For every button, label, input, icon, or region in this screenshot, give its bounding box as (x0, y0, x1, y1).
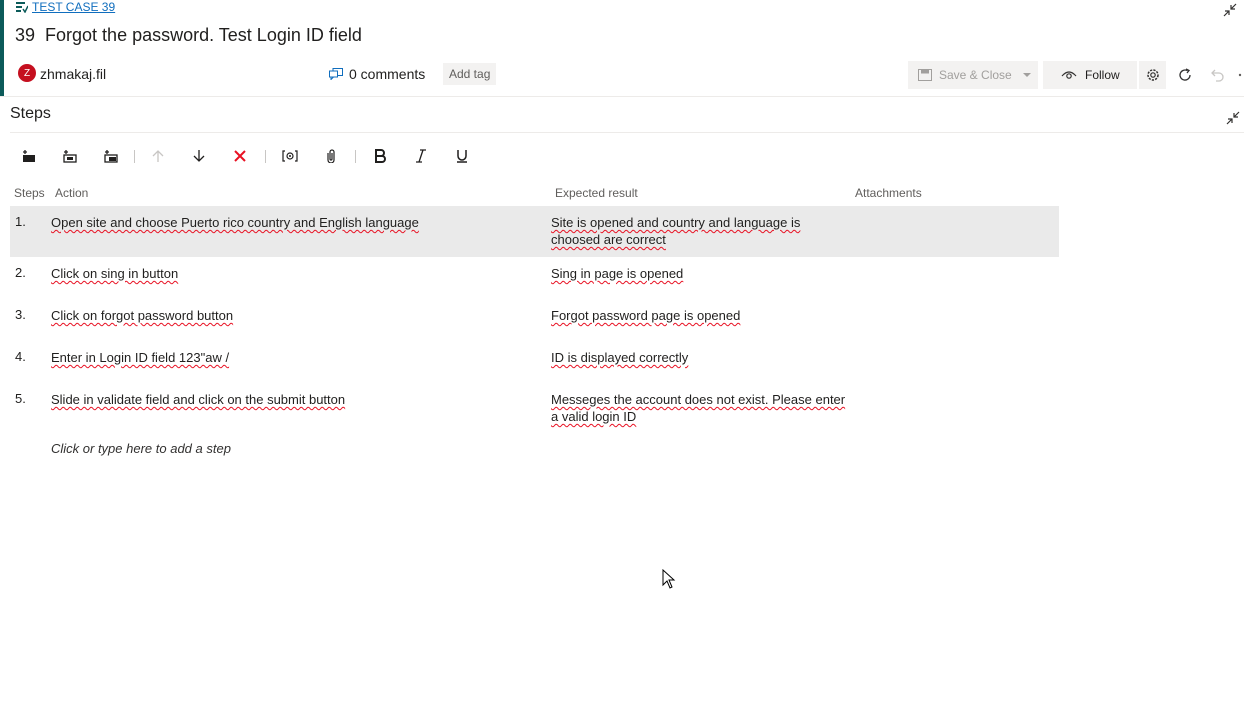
italic-button[interactable] (408, 143, 434, 169)
undo-button (1204, 61, 1230, 89)
steps-divider (10, 132, 1244, 133)
collapse-icon[interactable] (1225, 110, 1241, 126)
step-row[interactable]: 4. Enter in Login ID field 123"aw / ID i… (10, 341, 1059, 383)
avatar[interactable]: Z (18, 64, 36, 82)
mouse-cursor-icon (662, 569, 676, 589)
step-action[interactable]: Enter in Login ID field 123"aw / (51, 349, 531, 366)
more-icon (1238, 73, 1242, 77)
step-expected-result[interactable]: Sing in page is opened (551, 265, 851, 282)
delete-icon (234, 150, 246, 162)
save-close-label: Save & Close (939, 68, 1012, 82)
step-row[interactable]: 1. Open site and choose Puerto rico coun… (10, 206, 1059, 257)
step-row[interactable]: 3. Click on forgot password button Forgo… (10, 299, 1059, 341)
work-item-type-label[interactable]: TEST CASE 39 (32, 0, 115, 14)
assigned-user-name[interactable]: zhmakaj.fil (40, 66, 106, 82)
work-item-id: 39 (15, 25, 36, 45)
header-divider (0, 96, 1244, 97)
attach-button[interactable] (318, 143, 344, 169)
add-step-placeholder[interactable]: Click or type here to add a step (51, 441, 231, 456)
insert-parameter-button[interactable] (277, 143, 303, 169)
save-options-dropdown[interactable] (1016, 61, 1038, 89)
attach-icon (327, 149, 335, 163)
undo-icon (1211, 69, 1224, 82)
step-row[interactable]: 2. Click on sing in button Sing in page … (10, 257, 1059, 299)
create-shared-steps-button[interactable] (98, 143, 124, 169)
toolbar-separator (355, 150, 356, 163)
follow-button[interactable]: Follow (1043, 61, 1137, 89)
step-action[interactable]: Click on forgot password button (51, 307, 531, 324)
move-step-up-button (145, 143, 171, 169)
step-expected-result[interactable]: Forgot password page is opened (551, 307, 851, 324)
step-row[interactable]: 5. Slide in validate field and click on … (10, 383, 1059, 433)
step-action[interactable]: Slide in validate field and click on the… (51, 391, 531, 408)
chevron-down-icon (1023, 73, 1031, 77)
settings-button[interactable] (1139, 61, 1166, 89)
accent-bar (0, 0, 4, 97)
italic-icon (416, 149, 426, 163)
step-number: 5. (15, 391, 26, 406)
step-expected-result[interactable]: Messeges the account does not exist. Ple… (551, 391, 851, 425)
bold-button[interactable] (367, 143, 393, 169)
move-down-icon (193, 150, 205, 162)
underline-button[interactable] (449, 143, 475, 169)
save-icon (918, 69, 932, 81)
eye-icon (1061, 71, 1077, 79)
insert-step-icon (23, 150, 35, 162)
comments-link[interactable]: 0 comments (329, 66, 425, 82)
follow-label: Follow (1085, 68, 1120, 82)
step-expected-result[interactable]: ID is displayed correctly (551, 349, 851, 366)
step-action[interactable]: Click on sing in button (51, 265, 531, 282)
comment-icon (329, 68, 343, 80)
collapse-icon[interactable] (1222, 2, 1238, 18)
column-header-expected: Expected result (555, 186, 638, 200)
title-row: 39 Forgot the password. Test Login ID fi… (15, 25, 362, 46)
comments-count: 0 comments (349, 66, 426, 82)
step-number: 2. (15, 265, 26, 280)
toolbar-separator (134, 150, 135, 163)
more-actions-button[interactable] (1236, 61, 1244, 89)
work-item-title[interactable]: Forgot the password. Test Login ID field (45, 25, 362, 46)
move-step-down-button[interactable] (186, 143, 212, 169)
step-action[interactable]: Open site and choose Puerto rico country… (51, 214, 531, 231)
parameter-icon (282, 150, 298, 162)
delete-step-button[interactable] (227, 143, 253, 169)
steps-heading: Steps (10, 105, 51, 122)
underline-icon (457, 150, 467, 163)
test-case-icon (16, 1, 28, 13)
insert-shared-step-icon (63, 150, 77, 163)
move-up-icon (152, 150, 164, 162)
refresh-button[interactable] (1172, 61, 1198, 89)
add-tag-button[interactable]: Add tag (443, 63, 497, 85)
step-number: 4. (15, 349, 26, 364)
save-close-button[interactable]: Save & Close (908, 61, 1038, 89)
bold-icon (375, 149, 386, 163)
column-header-steps: Steps (14, 186, 45, 200)
toolbar-separator (265, 150, 266, 163)
gear-icon (1146, 69, 1159, 81)
step-number: 1. (15, 214, 26, 229)
work-item-type-link[interactable]: TEST CASE 39 (16, 0, 115, 14)
column-header-attachments: Attachments (855, 186, 922, 200)
step-number: 3. (15, 307, 26, 322)
step-expected-result[interactable]: Site is opened and country and language … (551, 214, 851, 248)
refresh-icon (1179, 68, 1191, 81)
insert-step-button[interactable] (16, 143, 42, 169)
create-shared-step-icon (104, 150, 118, 163)
column-header-action: Action (55, 186, 89, 200)
insert-shared-steps-button[interactable] (57, 143, 83, 169)
